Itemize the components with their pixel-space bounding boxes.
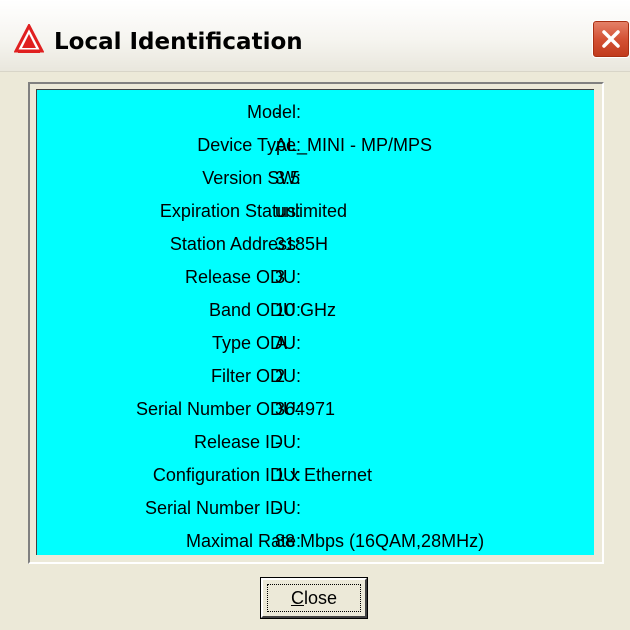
- info-row-release-odu: Release ODU: 3: [37, 265, 595, 289]
- info-label: Type ODU:: [211, 333, 301, 353]
- info-row-release-idu: Release IDU: -: [37, 430, 595, 454]
- info-row-type-odu: Type ODU: A: [37, 331, 595, 355]
- info-value: 3.5: [275, 168, 301, 188]
- info-value: -: [275, 102, 281, 122]
- info-row-model: Model: -: [37, 100, 595, 124]
- close-label-rest: lose: [303, 588, 338, 608]
- info-value: 3: [275, 267, 286, 287]
- info-value: 88 Mbps (16QAM,28MHz): [275, 531, 485, 551]
- info-row-band-odu: Band ODU: 10 GHz: [37, 298, 595, 322]
- info-row-serial-number-idu: Serial Number IDU: -: [37, 496, 595, 520]
- info-row-serial-number-odu: Serial Number ODU: 364971: [37, 397, 595, 421]
- info-row-filter-odu: Filter ODU: 2: [37, 364, 595, 388]
- identification-panel: Model: - Device Type: AL_MINI - MP/MPS V…: [36, 89, 594, 555]
- info-label: Filter ODU:: [211, 366, 301, 386]
- close-button-label: Close: [263, 586, 365, 610]
- title-bar[interactable]: Local Identification: [0, 0, 630, 72]
- info-row-maximal-rate: Maximal Rate: 88 Mbps (16QAM,28MHz): [37, 529, 595, 553]
- info-value: 10 GHz: [275, 300, 337, 320]
- dialog-window: Local Identification Model: - Device Typ…: [0, 0, 630, 630]
- info-value: 364971: [275, 399, 336, 419]
- info-value: 2: [275, 366, 286, 386]
- info-row-version-sw: Version SW: 3.5: [37, 166, 595, 190]
- close-button[interactable]: Close: [261, 578, 367, 618]
- info-row-station-address: Station Address: 3185H: [37, 232, 595, 256]
- info-label: Release IDU:: [193, 432, 301, 452]
- info-value: -: [275, 498, 281, 518]
- info-row-expiration-status: Expiration Status: unlimited: [37, 199, 595, 223]
- info-value: 1 x Ethernet: [275, 465, 373, 485]
- info-value: 3185H: [275, 234, 329, 254]
- close-icon: [602, 30, 620, 48]
- warning-triangle-logo-icon: [13, 22, 45, 54]
- info-label: Model:: [246, 102, 301, 122]
- info-value: A: [275, 333, 288, 353]
- info-value: AL_MINI - MP/MPS: [275, 135, 433, 155]
- info-value: unlimited: [275, 201, 348, 221]
- info-row-configuration-idu: Configuration IDU: 1 x Ethernet: [37, 463, 595, 487]
- window-title: Local Identification: [54, 29, 303, 55]
- info-value: -: [275, 432, 281, 452]
- title-close-button[interactable]: [592, 20, 630, 58]
- close-mnemonic: C: [290, 588, 304, 608]
- info-row-device-type: Device Type: AL_MINI - MP/MPS: [37, 133, 595, 157]
